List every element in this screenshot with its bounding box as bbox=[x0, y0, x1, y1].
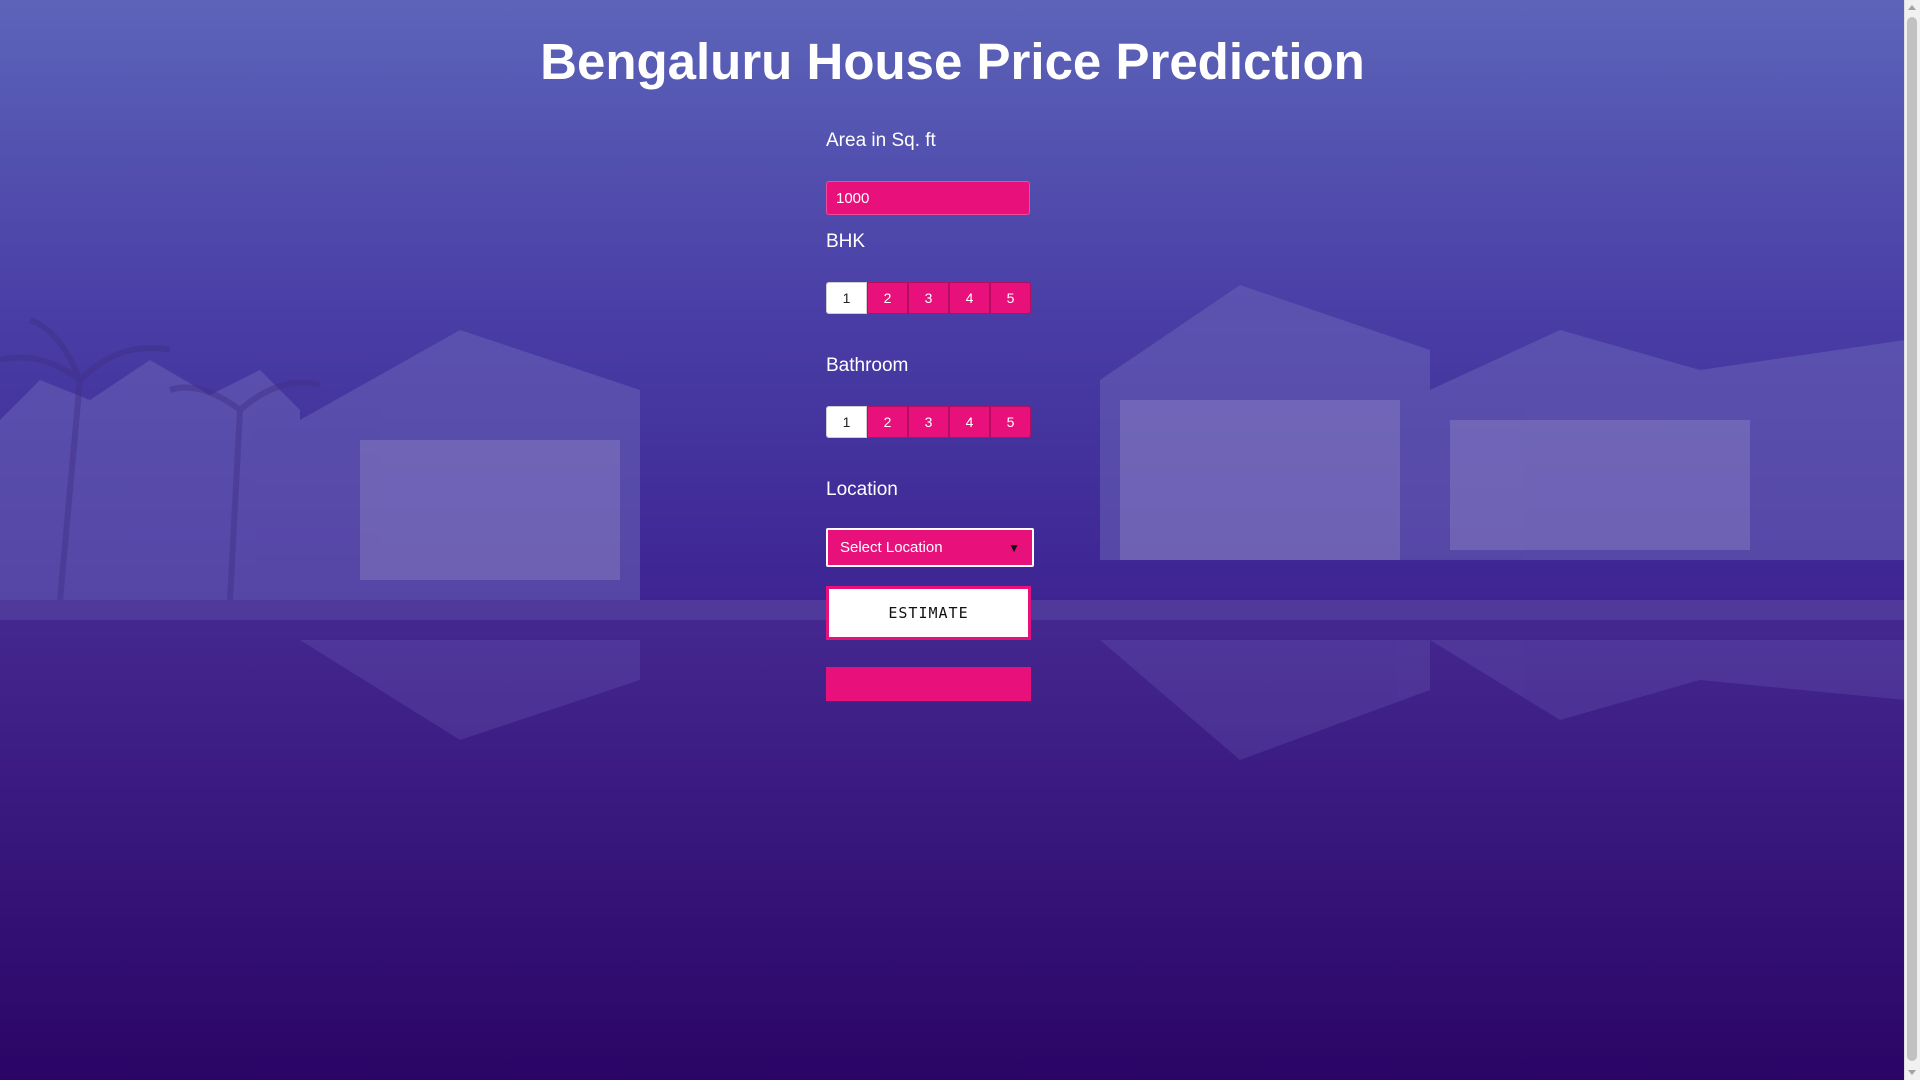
scrollbar[interactable] bbox=[1904, 0, 1920, 1080]
location-label: Location bbox=[826, 479, 898, 500]
bhk-selector: 1 2 3 4 5 bbox=[826, 282, 1031, 314]
scroll-up-icon[interactable] bbox=[1908, 5, 1916, 10]
location-selected-value: Select Location bbox=[840, 539, 943, 556]
bhk-option-3[interactable]: 3 bbox=[908, 282, 949, 314]
page-title: Bengaluru House Price Prediction bbox=[540, 33, 1365, 90]
scroll-down-icon[interactable] bbox=[1908, 1070, 1916, 1075]
estimate-button[interactable]: ESTIMATE bbox=[826, 586, 1031, 640]
area-input[interactable] bbox=[826, 181, 1030, 215]
bathroom-option-5[interactable]: 5 bbox=[990, 406, 1031, 438]
bathroom-selector: 1 2 3 4 5 bbox=[826, 406, 1031, 438]
bathroom-option-2[interactable]: 2 bbox=[867, 406, 908, 438]
scrollbar-thumb[interactable] bbox=[1907, 17, 1917, 1061]
bhk-label: BHK bbox=[826, 231, 866, 252]
bathroom-option-1[interactable]: 1 bbox=[826, 406, 867, 438]
bhk-option-5[interactable]: 5 bbox=[990, 282, 1031, 314]
chevron-down-icon: ▼ bbox=[1008, 540, 1020, 555]
bhk-option-1[interactable]: 1 bbox=[826, 282, 867, 314]
bathroom-option-4[interactable]: 4 bbox=[949, 406, 990, 438]
bhk-option-4[interactable]: 4 bbox=[949, 282, 990, 314]
location-select[interactable]: Select Location ▼ bbox=[826, 528, 1034, 567]
bathroom-label: Bathroom bbox=[826, 355, 909, 376]
bathroom-option-3[interactable]: 3 bbox=[908, 406, 949, 438]
bhk-option-2[interactable]: 2 bbox=[867, 282, 908, 314]
area-label: Area in Sq. ft bbox=[826, 130, 936, 151]
estimated-price-result bbox=[826, 667, 1031, 701]
